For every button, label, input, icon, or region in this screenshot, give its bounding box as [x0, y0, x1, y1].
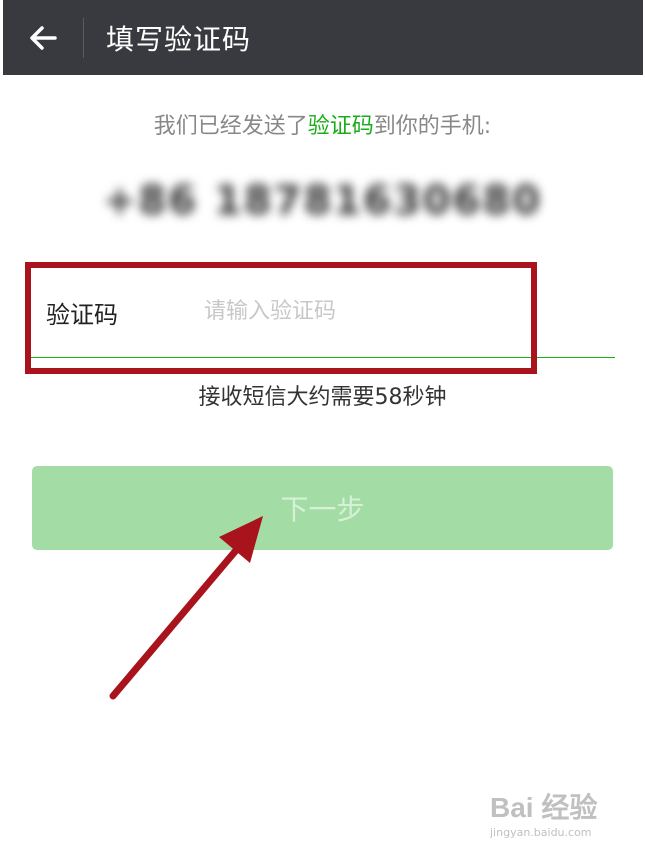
top-nav-bar: 填写验证码 — [3, 0, 643, 75]
verification-code-input[interactable] — [202, 291, 586, 331]
watermark-main: Bai 经验 — [490, 792, 598, 823]
back-button[interactable] — [3, 0, 83, 75]
sent-message-prefix: 我们已经发送了 — [153, 114, 308, 139]
baidu-watermark: Bai 经验 jingyan.baidu.com — [490, 786, 630, 846]
sms-countdown: 接收短信大约需要58秒钟 — [198, 385, 447, 410]
watermark-sub: jingyan.baidu.com — [490, 826, 592, 839]
phone-number: +86 18781630680 — [102, 178, 543, 224]
nav-divider — [83, 17, 84, 58]
sent-message-highlight: 验证码 — [307, 114, 374, 139]
page-title: 填写验证码 — [106, 22, 252, 56]
sent-message: 我们已经发送了验证码到你的手机: — [0, 108, 645, 140]
verification-code-row: 验证码 — [30, 265, 615, 358]
back-arrow-icon — [30, 25, 57, 50]
next-step-button[interactable]: 下一步 — [32, 466, 613, 550]
sent-message-suffix: 到你的手机: — [373, 114, 492, 139]
verification-code-label: 验证码 — [46, 301, 118, 329]
